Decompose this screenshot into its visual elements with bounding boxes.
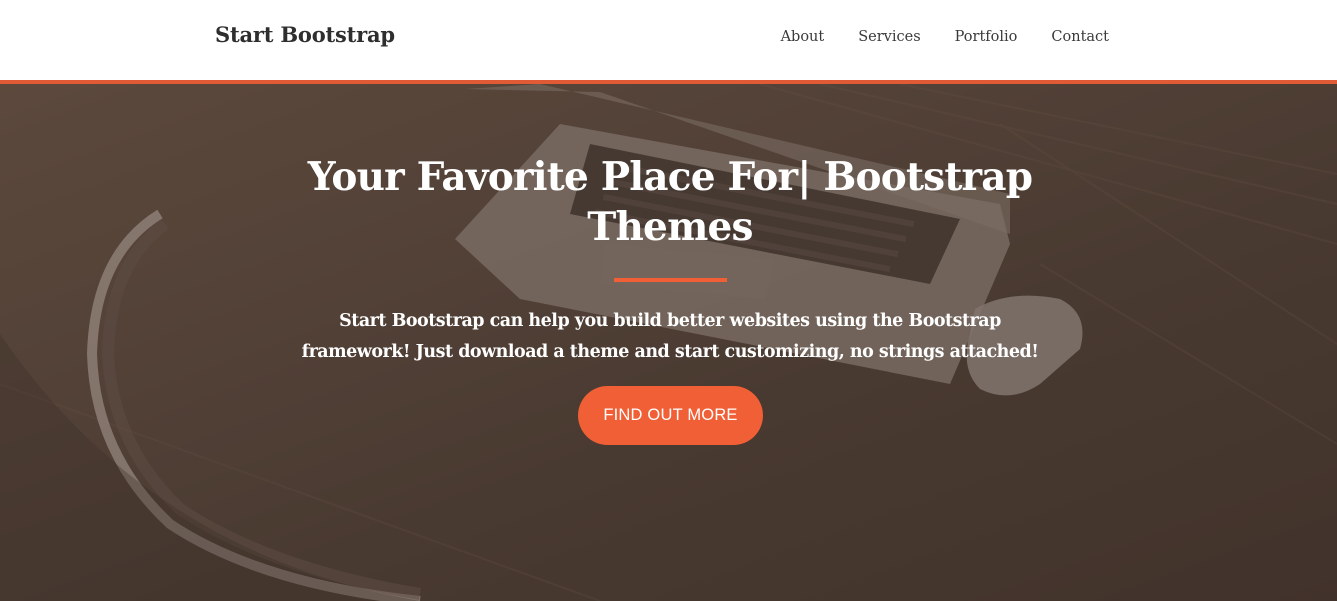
nav-link-about[interactable]: About [781,29,825,45]
nav-link-services[interactable]: Services [858,29,920,45]
brand-link[interactable]: Start Bootstrap [215,22,395,47]
hero-content: Your Favorite Place For| Bootstrap Theme… [0,84,1337,601]
hero-divider [614,278,727,282]
nav-link-contact[interactable]: Contact [1051,29,1109,45]
hero-section: Your Favorite Place For| Bootstrap Theme… [0,84,1337,601]
navbar: Start Bootstrap About Services Portfolio… [0,0,1337,84]
nav-link-portfolio[interactable]: Portfolio [955,29,1018,45]
find-out-more-button[interactable]: FIND OUT MORE [578,386,763,445]
hero-title: Your Favorite Place For| Bootstrap Theme… [307,154,1033,250]
hero-description: Start Bootstrap can help you build bette… [301,311,1039,362]
nav-links: About Services Portfolio Contact [781,29,1109,45]
